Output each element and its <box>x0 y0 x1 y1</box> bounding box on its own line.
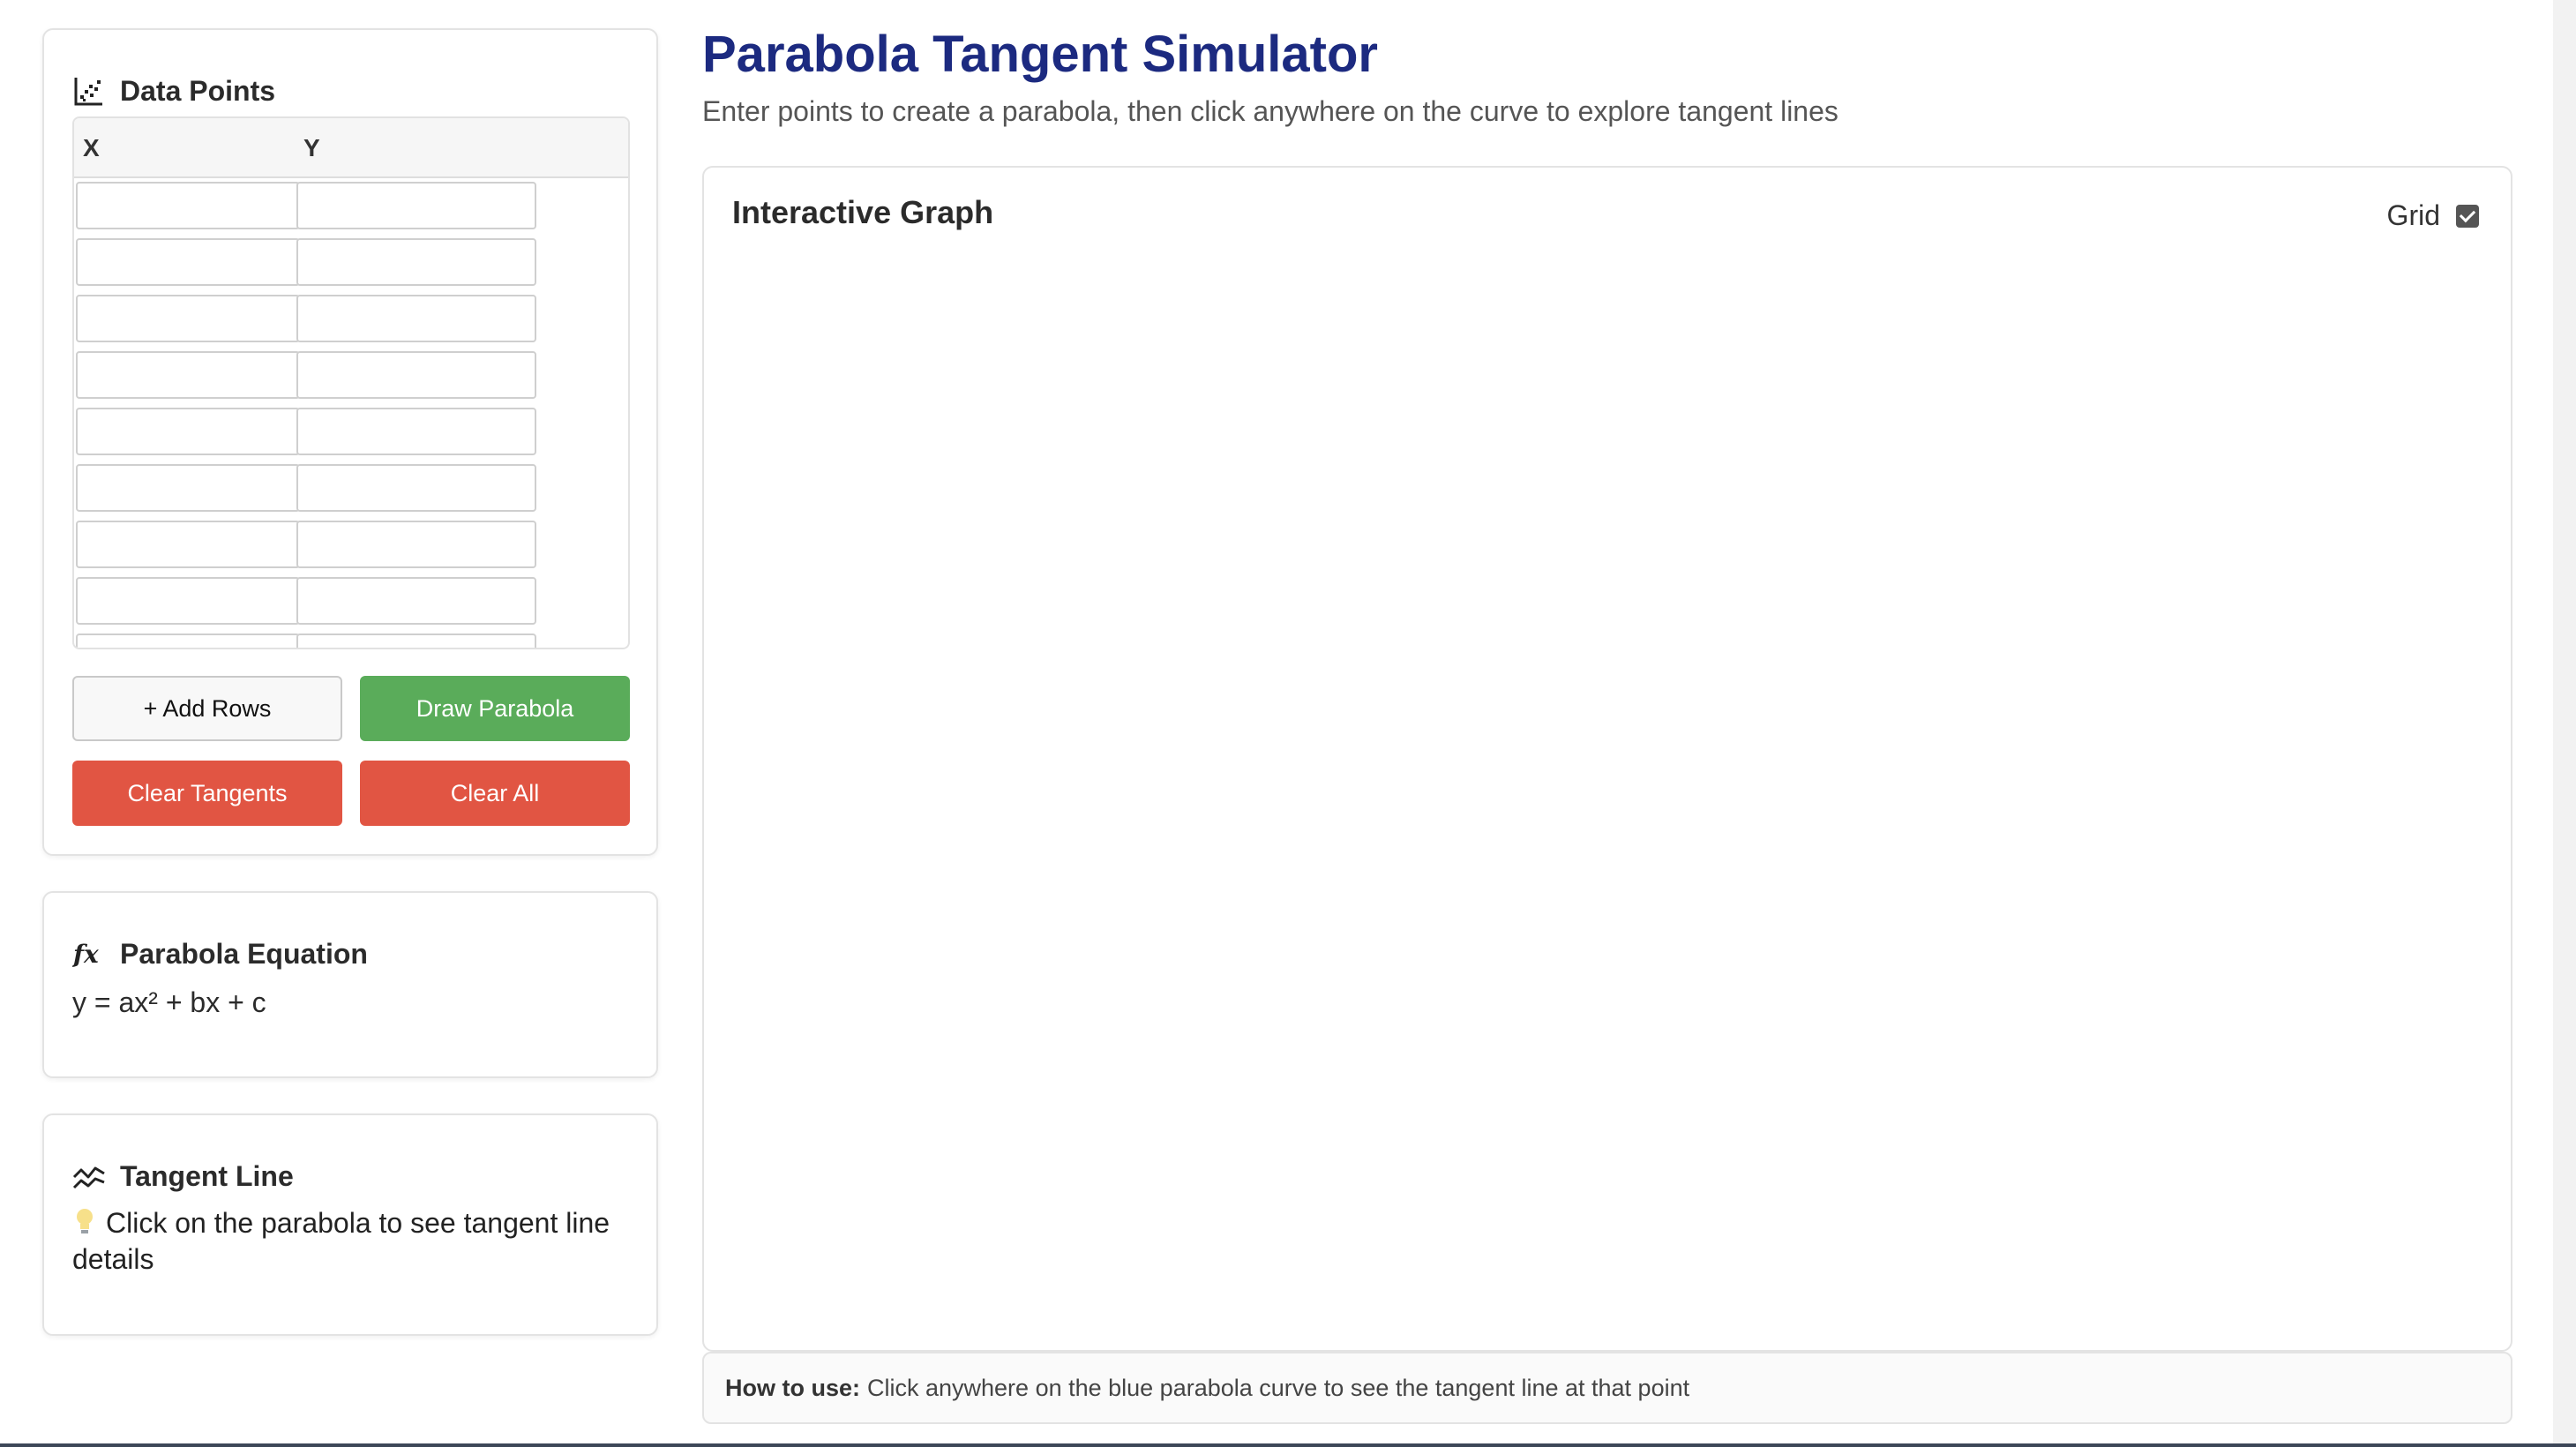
scatter-chart-icon <box>74 78 102 106</box>
x-input[interactable] <box>76 182 300 229</box>
svg-text:fx: fx <box>72 940 99 969</box>
how-to-use-text: Click anywhere on the blue parabola curv… <box>867 1374 1690 1401</box>
y-input[interactable] <box>296 182 536 229</box>
grid-checkbox[interactable] <box>2456 204 2479 228</box>
data-points-title: Data Points <box>120 74 276 107</box>
table-row <box>76 295 570 351</box>
equation-text: y = ax² + bx + c <box>72 986 266 1018</box>
x-input[interactable] <box>76 464 300 512</box>
table-row <box>76 182 570 238</box>
table-row <box>76 634 570 648</box>
x-input[interactable] <box>76 238 300 286</box>
tangent-card: Tangent Line Click on the parabola to se… <box>42 1113 658 1336</box>
how-to-use-label: How to use: <box>725 1374 860 1401</box>
x-input[interactable] <box>76 521 300 568</box>
data-points-card: Data Points X Y + Add Rows Draw Parabola… <box>42 28 658 856</box>
line-chart-icon <box>72 1166 105 1189</box>
draw-parabola-button[interactable]: Draw Parabola <box>360 676 630 741</box>
page: Data Points X Y + Add Rows Draw Parabola… <box>0 0 2553 1443</box>
clear-tangents-button[interactable]: Clear Tangents <box>72 761 342 826</box>
x-input[interactable] <box>76 408 300 455</box>
equation-header: fx Parabola Equation <box>72 937 368 971</box>
scrollbar-track[interactable] <box>2553 0 2576 1443</box>
graph-canvas[interactable] <box>706 265 2509 1348</box>
x-input[interactable] <box>76 634 300 648</box>
tangent-hint-text: Click on the parabola to see tangent lin… <box>72 1207 610 1275</box>
table-row <box>76 238 570 295</box>
y-input[interactable] <box>296 351 536 399</box>
lightbulb-icon <box>77 1209 93 1233</box>
graph-title: Interactive Graph <box>732 194 994 230</box>
y-input[interactable] <box>296 577 536 625</box>
page-title: Parabola Tangent Simulator <box>702 26 1378 83</box>
column-header-x: X <box>83 134 100 161</box>
x-input[interactable] <box>76 351 300 399</box>
graph-card[interactable]: Interactive Graph Grid <box>702 166 2512 1352</box>
y-input[interactable] <box>296 408 536 455</box>
equation-title: Parabola Equation <box>120 937 368 970</box>
y-input[interactable] <box>296 634 536 648</box>
equation-card: fx Parabola Equation y = ax² + bx + c <box>42 891 658 1078</box>
column-header-y: Y <box>303 134 320 161</box>
grid-label: Grid <box>2386 199 2440 231</box>
table-row <box>76 577 570 634</box>
page-subtitle: Enter points to create a parabola, then … <box>702 95 1838 127</box>
tangent-title: Tangent Line <box>120 1159 294 1192</box>
table-row <box>76 464 570 521</box>
function-icon: fx <box>72 940 99 969</box>
tangent-header: Tangent Line <box>72 1159 294 1193</box>
table-row <box>76 408 570 464</box>
y-input[interactable] <box>296 238 536 286</box>
y-input[interactable] <box>296 521 536 568</box>
x-input[interactable] <box>76 577 300 625</box>
clear-all-button[interactable]: Clear All <box>360 761 630 826</box>
bottom-edge-bar <box>0 1443 2576 1447</box>
table-row <box>76 351 570 408</box>
table-row <box>76 521 570 577</box>
grid-toggle[interactable]: Grid <box>2387 199 2479 232</box>
y-input[interactable] <box>296 295 536 342</box>
tangent-hint: Click on the parabola to see tangent lin… <box>72 1205 637 1278</box>
y-input[interactable] <box>296 464 536 512</box>
how-to-use-bar: How to use: Click anywhere on the blue p… <box>702 1352 2512 1424</box>
add-rows-button[interactable]: + Add Rows <box>72 676 342 741</box>
table-rows <box>76 182 570 648</box>
x-input[interactable] <box>76 295 300 342</box>
table-header: X Y <box>74 118 628 178</box>
data-points-header: Data Points <box>72 74 275 108</box>
data-points-table[interactable]: X Y <box>72 116 630 649</box>
